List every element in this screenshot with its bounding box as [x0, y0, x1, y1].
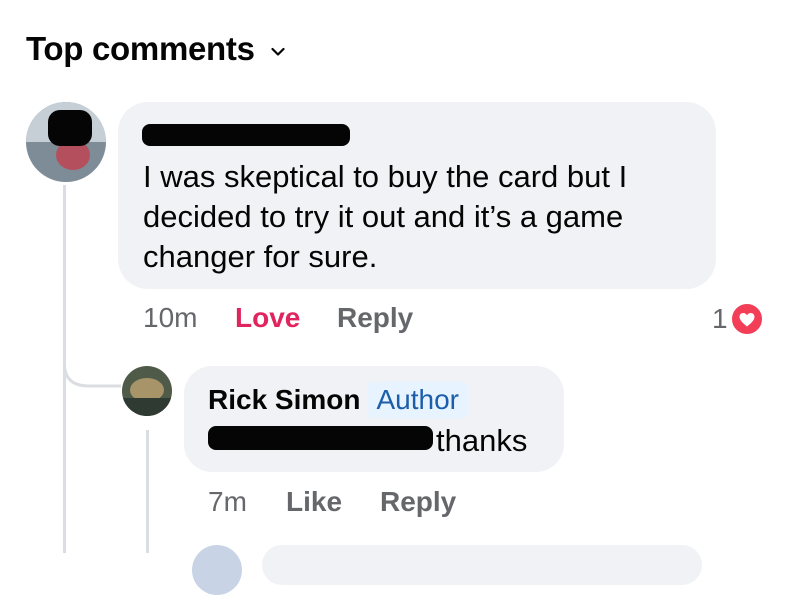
reply-thread-line — [146, 430, 149, 553]
avatar[interactable] — [26, 102, 106, 182]
reply-bubble — [262, 545, 702, 585]
page-title: Top comments — [26, 30, 255, 67]
avatar[interactable] — [122, 366, 172, 416]
reply-header: Rick Simon Author — [208, 382, 467, 418]
author-badge: Author — [368, 382, 467, 418]
reply-timestamp[interactable]: 7m — [208, 486, 247, 518]
mention-tag[interactable] — [208, 426, 433, 450]
reply-button[interactable]: Reply — [380, 486, 456, 518]
author-name[interactable] — [142, 124, 350, 146]
comment-text-line: I was skeptical to buy the card but I — [143, 159, 628, 194]
comment-sort-dropdown[interactable]: Top comments — [26, 30, 285, 68]
comment-text-line: decided to try it out and it’s a game — [143, 199, 624, 234]
reply-text: thanks — [436, 423, 528, 458]
heart-icon — [729, 302, 764, 336]
reaction-count: 1 — [712, 303, 728, 334]
author-name[interactable]: Rick Simon — [208, 384, 360, 416]
like-button[interactable]: Like — [286, 486, 342, 518]
chevron-down-icon — [271, 47, 285, 56]
comment-timestamp[interactable]: 10m — [143, 302, 197, 334]
reaction-summary[interactable]: 1 — [712, 302, 764, 336]
reply-button[interactable]: Reply — [337, 302, 413, 334]
thread-connector — [63, 350, 121, 388]
love-button[interactable]: Love — [235, 302, 300, 334]
comment-text-line: changer for sure. — [143, 239, 378, 274]
